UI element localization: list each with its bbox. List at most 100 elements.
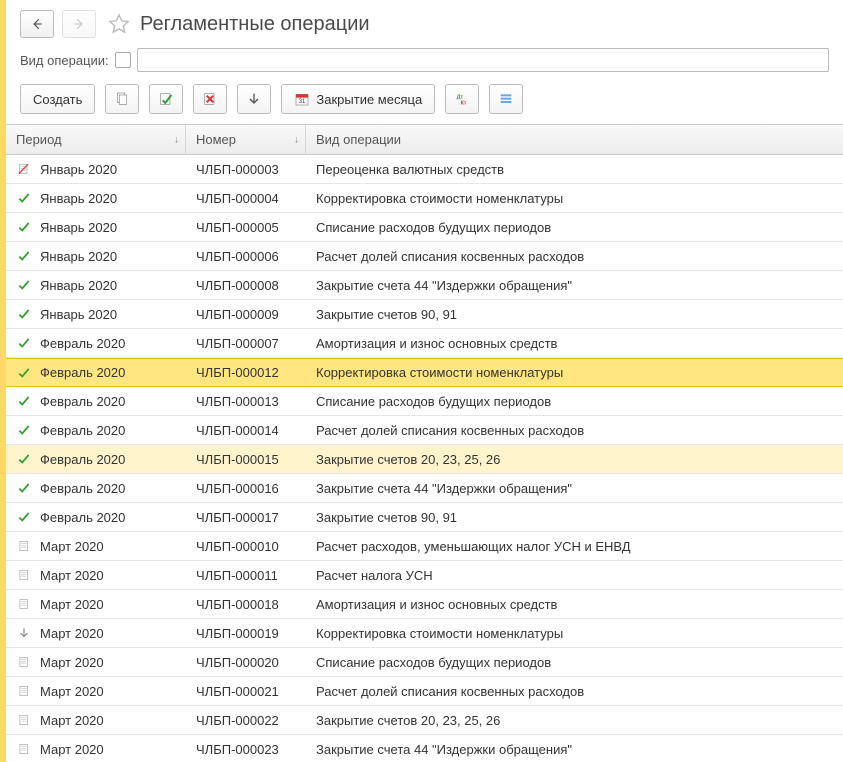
table-row[interactable]: Февраль 2020ЧЛБП-000017Закрытие счетов 9… xyxy=(6,503,843,532)
cell-optype: Списание расходов будущих периодов xyxy=(306,655,843,670)
cell-number: ЧЛБП-000021 xyxy=(186,684,306,699)
table-row[interactable]: Март 2020ЧЛБП-000010Расчет расходов, уме… xyxy=(6,532,843,561)
cell-period: Февраль 2020 xyxy=(6,422,186,438)
table-row[interactable]: Февраль 2020ЧЛБП-000016Закрытие счета 44… xyxy=(6,474,843,503)
arrow-down-icon xyxy=(246,91,262,107)
cell-optype: Закрытие счетов 90, 91 xyxy=(306,307,843,322)
table-row[interactable]: Март 2020ЧЛБП-000018Амортизация и износ … xyxy=(6,590,843,619)
post-button[interactable] xyxy=(149,84,183,114)
cell-period: Январь 2020 xyxy=(6,277,186,293)
col-header-optype[interactable]: Вид операции xyxy=(306,125,843,154)
table-row[interactable]: Январь 2020ЧЛБП-000009Закрытие счетов 90… xyxy=(6,300,843,329)
cell-optype: Расчет долей списания косвенных расходов xyxy=(306,249,843,264)
draft-status-icon xyxy=(16,654,32,670)
table-row[interactable]: Январь 2020ЧЛБП-000006Расчет долей списа… xyxy=(6,242,843,271)
cell-period: Январь 2020 xyxy=(6,161,186,177)
table-row[interactable]: Февраль 2020ЧЛБП-000013Списание расходов… xyxy=(6,387,843,416)
calendar-icon: 31 xyxy=(294,91,310,107)
queued-status-icon xyxy=(16,625,32,641)
table-row[interactable]: Январь 2020ЧЛБП-000004Корректировка стои… xyxy=(6,184,843,213)
favorite-star-icon[interactable] xyxy=(108,13,130,35)
cell-period: Февраль 2020 xyxy=(6,480,186,496)
create-button[interactable]: Создать xyxy=(20,84,95,114)
window-header: Регламентные операции xyxy=(6,0,843,44)
cell-period: Февраль 2020 xyxy=(6,335,186,351)
table-row[interactable]: Февраль 2020ЧЛБП-000012Корректировка сто… xyxy=(6,358,843,387)
draft-status-icon xyxy=(16,567,32,583)
cell-period: Март 2020 xyxy=(6,596,186,612)
cell-period: Январь 2020 xyxy=(6,190,186,206)
table-row[interactable]: Январь 2020ЧЛБП-000008Закрытие счета 44 … xyxy=(6,271,843,300)
refresh-down-button[interactable] xyxy=(237,84,271,114)
table-row[interactable]: Март 2020ЧЛБП-000019Корректировка стоимо… xyxy=(6,619,843,648)
ok-status-icon xyxy=(16,248,32,264)
table-row[interactable]: Февраль 2020ЧЛБП-000014Расчет долей спис… xyxy=(6,416,843,445)
cell-optype: Амортизация и износ основных средств xyxy=(306,336,843,351)
sort-asc-icon: ↓ xyxy=(294,134,299,145)
list-settings-button[interactable] xyxy=(489,84,523,114)
cell-period: Февраль 2020 xyxy=(6,365,186,381)
cell-number: ЧЛБП-000020 xyxy=(186,655,306,670)
copy-button[interactable] xyxy=(105,84,139,114)
cell-number: ЧЛБП-000022 xyxy=(186,713,306,728)
draft-status-icon xyxy=(16,538,32,554)
cell-period: Январь 2020 xyxy=(6,219,186,235)
cell-period: Февраль 2020 xyxy=(6,451,186,467)
table-row[interactable]: Январь 2020ЧЛБП-000003Переоценка валютны… xyxy=(6,155,843,184)
table-row[interactable]: Март 2020ЧЛБП-000023Закрытие счета 44 "И… xyxy=(6,735,843,762)
table-row[interactable]: Январь 2020ЧЛБП-000005Списание расходов … xyxy=(6,213,843,242)
cell-period: Март 2020 xyxy=(6,712,186,728)
table-row[interactable]: Март 2020ЧЛБП-000011Расчет налога УСН xyxy=(6,561,843,590)
ok-status-icon xyxy=(16,422,32,438)
col-header-number[interactable]: Номер ↓ xyxy=(186,125,306,154)
draft-status-icon xyxy=(16,683,32,699)
cell-optype: Корректировка стоимости номенклатуры xyxy=(306,365,843,380)
copy-icon xyxy=(114,91,130,107)
cell-period: Февраль 2020 xyxy=(6,509,186,525)
draft-status-icon xyxy=(16,596,32,612)
arrow-left-icon xyxy=(30,17,44,31)
filter-checkbox[interactable] xyxy=(115,52,131,68)
table-row[interactable]: Март 2020ЧЛБП-000021Расчет долей списани… xyxy=(6,677,843,706)
ok-status-icon xyxy=(16,219,32,235)
cell-period: Январь 2020 xyxy=(6,248,186,264)
dtkt-button[interactable]: ДтКт xyxy=(445,84,479,114)
cell-optype: Переоценка валютных средств xyxy=(306,162,843,177)
cell-period: Март 2020 xyxy=(6,741,186,757)
filter-input[interactable] xyxy=(137,48,829,72)
cell-number: ЧЛБП-000012 xyxy=(186,365,306,380)
unpost-icon xyxy=(202,91,218,107)
cell-optype: Закрытие счетов 20, 23, 25, 26 xyxy=(306,713,843,728)
cell-optype: Расчет налога УСН xyxy=(306,568,843,583)
table-row[interactable]: Март 2020ЧЛБП-000020Списание расходов бу… xyxy=(6,648,843,677)
nav-back-button[interactable] xyxy=(20,10,54,38)
cell-optype: Корректировка стоимости номенклатуры xyxy=(306,191,843,206)
cell-period: Март 2020 xyxy=(6,683,186,699)
cell-optype: Расчет долей списания косвенных расходов xyxy=(306,684,843,699)
table-row[interactable]: Март 2020ЧЛБП-000022Закрытие счетов 20, … xyxy=(6,706,843,735)
cell-number: ЧЛБП-000017 xyxy=(186,510,306,525)
unpost-button[interactable] xyxy=(193,84,227,114)
draft-status-icon xyxy=(16,741,32,757)
ok-status-icon xyxy=(16,509,32,525)
list-icon xyxy=(498,91,514,107)
cell-number: ЧЛБП-000009 xyxy=(186,307,306,322)
cell-optype: Закрытие счета 44 "Издержки обращения" xyxy=(306,278,843,293)
cell-number: ЧЛБП-000004 xyxy=(186,191,306,206)
table-row[interactable]: Февраль 2020ЧЛБП-000007Амортизация и изн… xyxy=(6,329,843,358)
nav-forward-button[interactable] xyxy=(62,10,96,38)
col-header-period[interactable]: Период ↓ xyxy=(6,125,186,154)
close-month-button[interactable]: 31 Закрытие месяца xyxy=(281,84,435,114)
table-row[interactable]: Февраль 2020ЧЛБП-000015Закрытие счетов 2… xyxy=(6,445,843,474)
cell-optype: Закрытие счета 44 "Издержки обращения" xyxy=(306,481,843,496)
page-title: Регламентные операции xyxy=(140,13,370,36)
cell-period: Январь 2020 xyxy=(6,306,186,322)
ok-status-icon xyxy=(16,277,32,293)
cell-period: Март 2020 xyxy=(6,625,186,641)
cell-number: ЧЛБП-000019 xyxy=(186,626,306,641)
ok-status-icon xyxy=(16,451,32,467)
cell-optype: Расчет расходов, уменьшающих налог УСН и… xyxy=(306,539,843,554)
cell-number: ЧЛБП-000008 xyxy=(186,278,306,293)
dtkt-icon: ДтКт xyxy=(454,91,470,107)
cell-period: Март 2020 xyxy=(6,567,186,583)
